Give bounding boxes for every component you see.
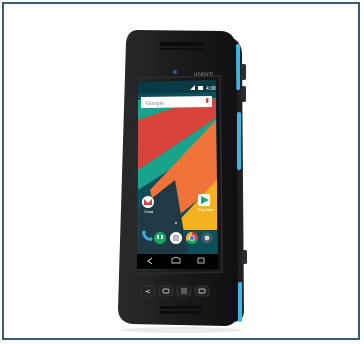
- page-indicator: [175, 222, 177, 224]
- battery-icon: [198, 86, 203, 90]
- side-button-2: [241, 86, 246, 102]
- status-time: 4:38: [206, 86, 216, 92]
- chrome-icon[interactable]: [185, 232, 198, 245]
- app-drawer-icon[interactable]: [170, 232, 182, 244]
- accent-stripe-mid: [237, 112, 241, 170]
- gmail-label: Gmail: [144, 210, 153, 214]
- hw-home-button[interactable]: [158, 285, 174, 297]
- side-button-1: [241, 64, 246, 80]
- speaker-grille-top: [160, 42, 204, 46]
- gmail-icon[interactable]: [142, 196, 154, 208]
- device-photo: unitech 4:38 Google Gmail Play Store: [118, 30, 247, 333]
- play-store-icon[interactable]: [198, 194, 210, 206]
- device-screen: 4:38 Google Gmail Play Store: [137, 80, 218, 270]
- search-bar[interactable]: Google: [141, 96, 212, 108]
- camera-icon[interactable]: [201, 232, 213, 244]
- mic-icon[interactable]: [206, 98, 209, 103]
- side-button-3: [242, 250, 247, 264]
- accent-stripe-top: [236, 44, 240, 90]
- search-placeholder: Google: [146, 101, 164, 107]
- hw-camera-button[interactable]: [194, 285, 210, 297]
- play-store-label: Play Store: [198, 208, 214, 212]
- hangouts-icon[interactable]: [154, 232, 166, 244]
- accent-stripe-bottom: [238, 282, 242, 322]
- speaker-grille-bottom: [160, 306, 202, 309]
- device-shadow: [122, 327, 242, 333]
